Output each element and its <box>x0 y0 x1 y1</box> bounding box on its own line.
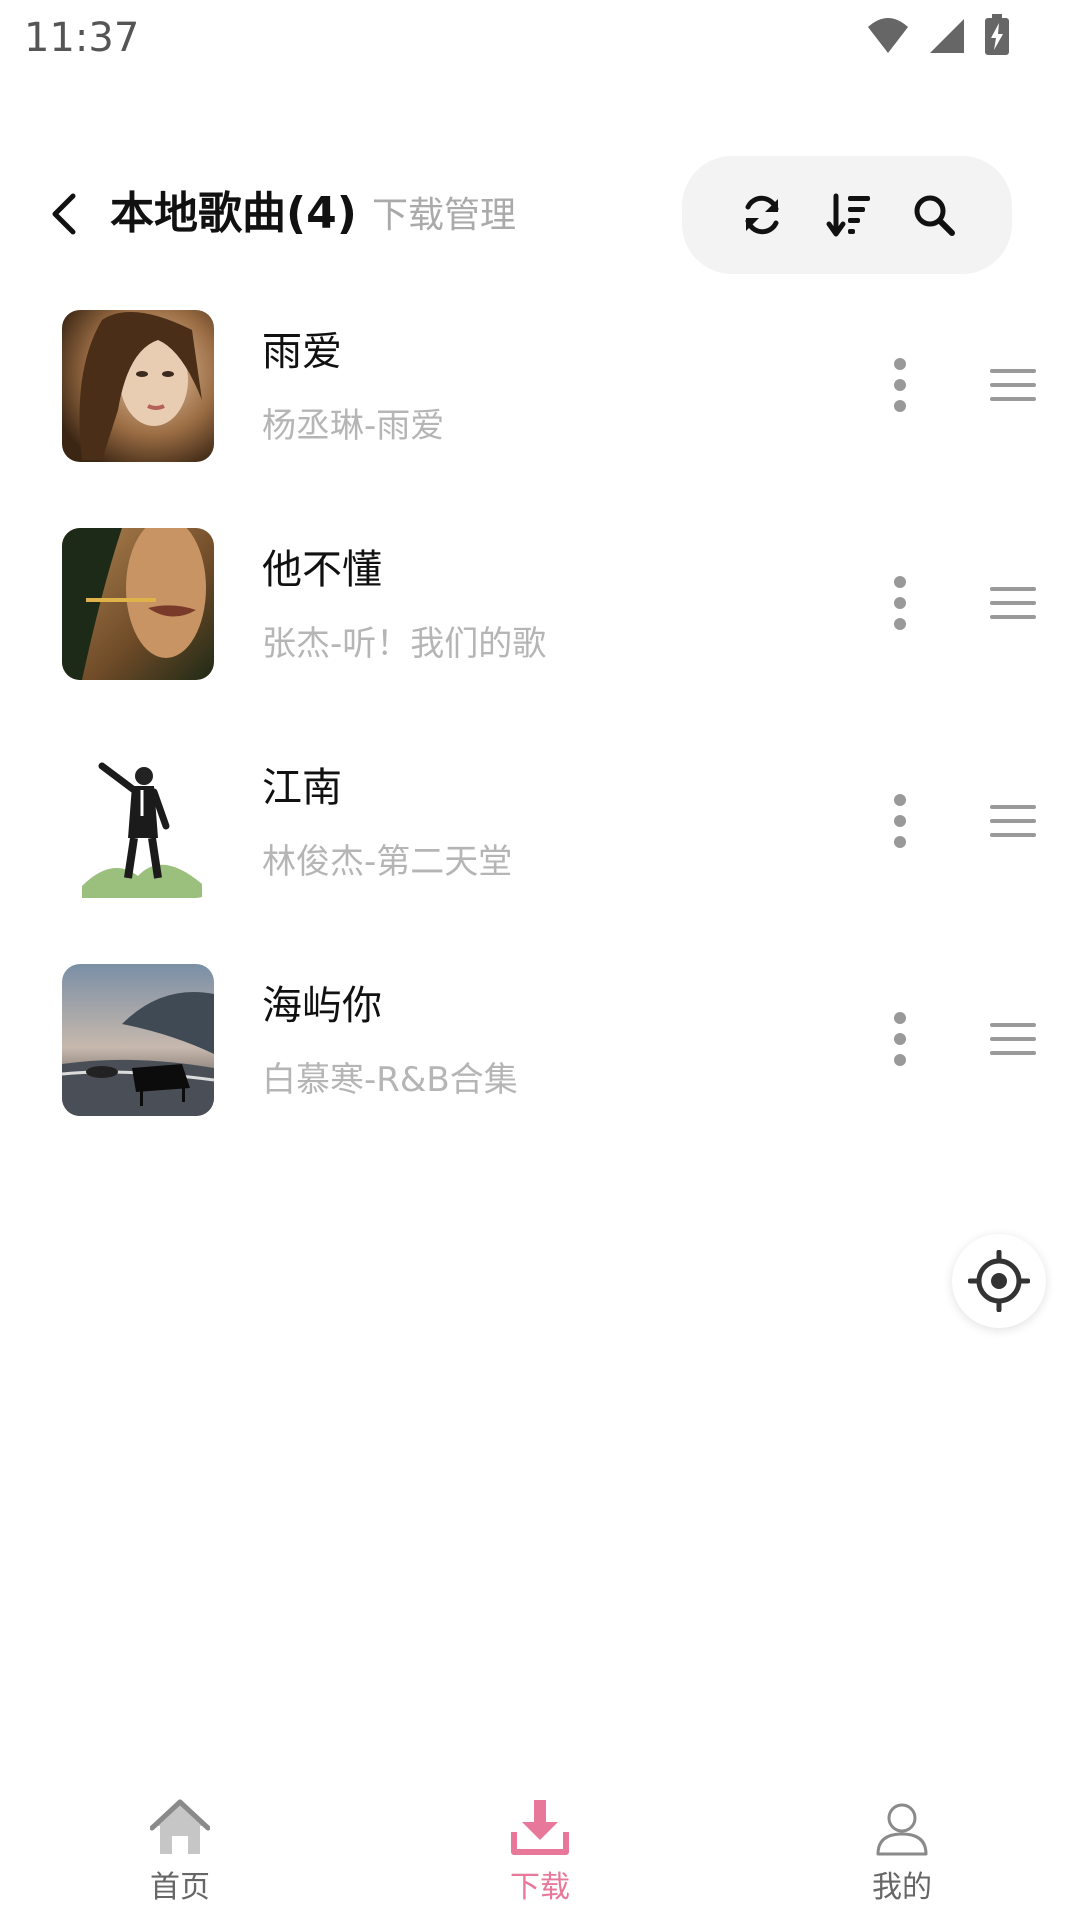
cellular-signal-icon <box>930 19 964 53</box>
nav-home[interactable]: 首页 <box>80 1780 280 1920</box>
nav-profile[interactable]: 我的 <box>802 1780 1002 1920</box>
song-row[interactable]: 江南 林俊杰-第二天堂 <box>0 736 1080 926</box>
nav-label: 我的 <box>872 1870 932 1905</box>
wifi-icon <box>868 18 908 53</box>
header: 本地歌曲(4) 下载管理 <box>0 150 1080 280</box>
profile-icon <box>876 1803 928 1856</box>
nav-label: 下载 <box>510 1870 570 1905</box>
drag-handle[interactable] <box>988 578 1038 628</box>
drag-handle-icon <box>990 587 1036 619</box>
song-title: 雨爱 <box>262 329 342 375</box>
nav-label: 首页 <box>150 1870 210 1905</box>
status-time: 11:37 <box>24 15 140 61</box>
song-title: 海屿你 <box>262 983 382 1029</box>
search-button[interactable] <box>910 191 958 239</box>
sort-button[interactable] <box>825 191 873 239</box>
sort-icon <box>826 193 870 237</box>
download-manage-link[interactable]: 下载管理 <box>372 188 516 244</box>
locate-current-button[interactable] <box>952 1234 1046 1328</box>
album-cover-art <box>62 746 214 898</box>
song-row[interactable]: 雨爱 杨丞琳-雨爱 <box>0 300 1080 490</box>
song-subtitle: 张杰-听！我们的歌 <box>262 624 547 664</box>
battery-charging-icon <box>985 14 1009 55</box>
song-row[interactable]: 他不懂 张杰-听！我们的歌 <box>0 518 1080 708</box>
drag-handle[interactable] <box>988 1014 1038 1064</box>
song-subtitle: 林俊杰-第二天堂 <box>262 842 513 882</box>
refresh-button[interactable] <box>738 191 786 239</box>
album-cover-art <box>62 964 214 1116</box>
drag-handle-icon <box>990 805 1036 837</box>
bottom-nav: 首页 下载 我的 <box>0 1780 1080 1920</box>
more-options-button[interactable] <box>880 568 920 638</box>
drag-handle-icon <box>990 1023 1036 1055</box>
status-bar: 11:37 <box>0 0 1080 80</box>
song-title: 他不懂 <box>262 547 382 593</box>
chevron-left-icon <box>52 193 76 235</box>
page-title: 本地歌曲(4) <box>110 188 357 239</box>
album-cover-art <box>62 528 214 680</box>
album-cover <box>62 528 214 680</box>
song-subtitle: 白慕寒-R&B合集 <box>262 1060 518 1100</box>
status-icons <box>866 14 1010 56</box>
nav-download[interactable]: 下载 <box>440 1780 640 1920</box>
song-title: 江南 <box>262 765 342 811</box>
more-options-button[interactable] <box>880 786 920 856</box>
drag-handle-icon <box>990 369 1036 401</box>
search-icon <box>914 195 955 236</box>
download-icon <box>511 1800 569 1855</box>
drag-handle[interactable] <box>988 796 1038 846</box>
header-toolbar <box>682 156 1012 274</box>
album-cover <box>62 310 214 462</box>
album-cover <box>62 746 214 898</box>
more-vertical-icon <box>894 576 906 630</box>
more-vertical-icon <box>894 1012 906 1066</box>
more-options-button[interactable] <box>880 350 920 420</box>
home-icon <box>150 1799 210 1854</box>
album-cover-art <box>62 310 214 462</box>
refresh-icon <box>745 195 779 235</box>
more-options-button[interactable] <box>880 1004 920 1074</box>
drag-handle[interactable] <box>988 360 1038 410</box>
album-cover <box>62 964 214 1116</box>
local-songs-screen: 11:37 本地歌曲(4) 下载管理 雨爱 杨丞琳-雨爱 他不懂 张杰-听！我们… <box>0 0 1080 1920</box>
more-vertical-icon <box>894 794 906 848</box>
locate-icon <box>968 1250 1030 1312</box>
more-vertical-icon <box>894 358 906 412</box>
song-row[interactable]: 海屿你 白慕寒-R&B合集 <box>0 954 1080 1144</box>
song-subtitle: 杨丞琳-雨爱 <box>262 406 445 446</box>
back-button[interactable] <box>40 190 88 238</box>
